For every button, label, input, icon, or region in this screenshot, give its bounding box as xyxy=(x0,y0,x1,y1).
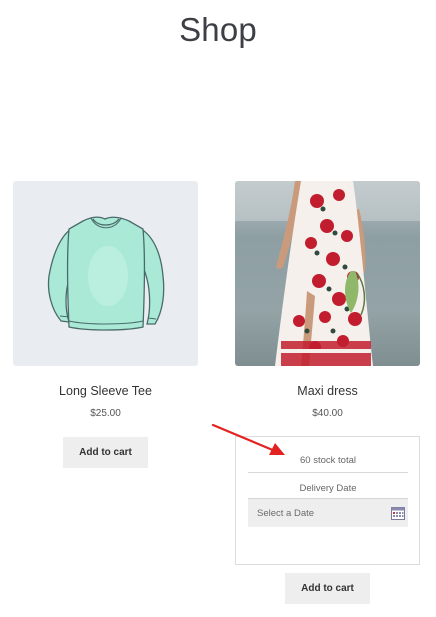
product-card-maxi-dress: Maxi dress $40.00 xyxy=(235,181,420,419)
add-to-cart-button[interactable]: Add to cart xyxy=(285,573,370,604)
add-to-cart-button[interactable]: Add to cart xyxy=(63,437,148,468)
delivery-date-label: Delivery Date xyxy=(299,483,357,494)
product-card-long-sleeve-tee: Long Sleeve Tee $25.00 Add to cart xyxy=(13,181,198,468)
product-image-long-sleeve-tee[interactable] xyxy=(13,181,198,366)
product-name[interactable]: Maxi dress xyxy=(235,384,420,398)
product-image-maxi-dress[interactable] xyxy=(235,181,420,366)
divider xyxy=(248,472,408,473)
delivery-date-input[interactable]: Select a Date xyxy=(248,498,408,527)
calendar-icon[interactable] xyxy=(391,506,405,520)
maxi-dress-photo xyxy=(235,181,420,366)
date-input-placeholder: Select a Date xyxy=(257,508,315,519)
product-price: $25.00 xyxy=(90,408,121,419)
annotation-arrow-icon xyxy=(211,423,285,455)
long-sleeve-tee-illustration xyxy=(47,216,165,331)
page-title: Shop xyxy=(179,11,257,48)
product-name[interactable]: Long Sleeve Tee xyxy=(13,384,198,398)
product-price: $40.00 xyxy=(312,408,343,419)
